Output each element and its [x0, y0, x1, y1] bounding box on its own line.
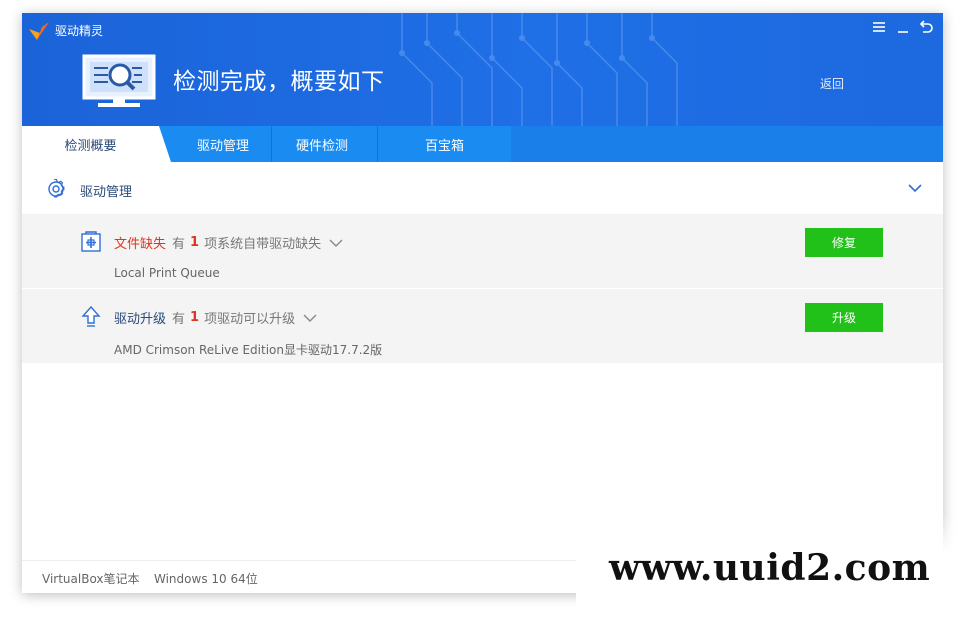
- gear-icon: [48, 179, 65, 198]
- item-suffix: 项系统自带驱动缺失: [204, 237, 322, 252]
- watermark-text: www.uuid2.com: [609, 547, 931, 589]
- item-summary: 驱动升级 有 1 项驱动可以升级: [114, 308, 317, 327]
- back-link[interactable]: 返回: [820, 75, 844, 92]
- item-title: 文件缺失: [114, 237, 167, 252]
- tab-hardware-detect[interactable]: 硬件检测: [272, 126, 372, 162]
- circuit-decoration: [399, 13, 678, 126]
- section-header[interactable]: 驱动管理: [22, 162, 943, 214]
- upgrade-arrow-icon: [81, 306, 101, 327]
- item-prefix: 有: [172, 312, 186, 327]
- tab-label: 驱动管理: [196, 138, 249, 154]
- window-controls: [871, 19, 935, 35]
- tab-toolbox[interactable]: 百宝箱: [378, 126, 511, 162]
- tab-overview[interactable]: 检测概要: [22, 126, 159, 162]
- minimize-icon[interactable]: [895, 19, 911, 35]
- section-title: 驱动管理: [80, 185, 133, 200]
- expand-chevron-icon[interactable]: [303, 313, 317, 323]
- upgrade-button[interactable]: 升级: [805, 303, 883, 332]
- machine-name: VirtualBox笔记本: [42, 572, 140, 586]
- expand-chevron-icon[interactable]: [329, 238, 343, 248]
- item-summary: 文件缺失 有 1 项系统自带驱动缺失: [114, 233, 343, 252]
- os-version: Windows 10 64位: [154, 572, 258, 586]
- item-suffix: 项驱动可以升级: [204, 312, 296, 327]
- page-headline: 检测完成，概要如下: [173, 69, 385, 95]
- driver-item-upgrade: 驱动升级 有 1 项驱动可以升级 AMD Crimson ReLive Edit…: [22, 289, 943, 363]
- repair-button[interactable]: 修复: [805, 228, 883, 257]
- chevron-down-icon[interactable]: [907, 182, 923, 194]
- monitor-scan-icon: [82, 54, 156, 107]
- item-title: 驱动升级: [114, 312, 167, 327]
- menu-icon[interactable]: [871, 19, 887, 35]
- item-detail: AMD Crimson ReLive Edition显卡驱动17.7.2版: [114, 343, 383, 357]
- app-window: 驱动精灵 检测完成，概要如下 返回 检测概要 驱动管理 硬件检测 百宝箱 驱动管…: [22, 13, 943, 593]
- app-logo-icon: [29, 22, 49, 40]
- tab-label: 硬件检测: [295, 138, 348, 154]
- back-arrow-icon[interactable]: [919, 19, 935, 35]
- driver-item-missing: 文件缺失 有 1 项系统自带驱动缺失 Local Print Queue 修复: [22, 214, 943, 288]
- item-count: 1: [190, 235, 200, 250]
- tab-label: 检测概要: [64, 138, 117, 154]
- driver-file-icon: [81, 231, 101, 252]
- item-count: 1: [190, 310, 200, 325]
- tab-bar-fill: [511, 126, 943, 162]
- item-detail: Local Print Queue: [114, 266, 220, 280]
- tab-driver-management[interactable]: 驱动管理: [170, 126, 276, 162]
- watermark: www.uuid2.com: [576, 513, 966, 626]
- app-title: 驱动精灵: [55, 24, 104, 38]
- header-banner: 驱动精灵 检测完成，概要如下 返回: [22, 13, 943, 126]
- tab-label: 百宝箱: [424, 138, 464, 154]
- item-prefix: 有: [172, 237, 186, 252]
- tab-bar: 检测概要 驱动管理 硬件检测 百宝箱: [22, 126, 943, 162]
